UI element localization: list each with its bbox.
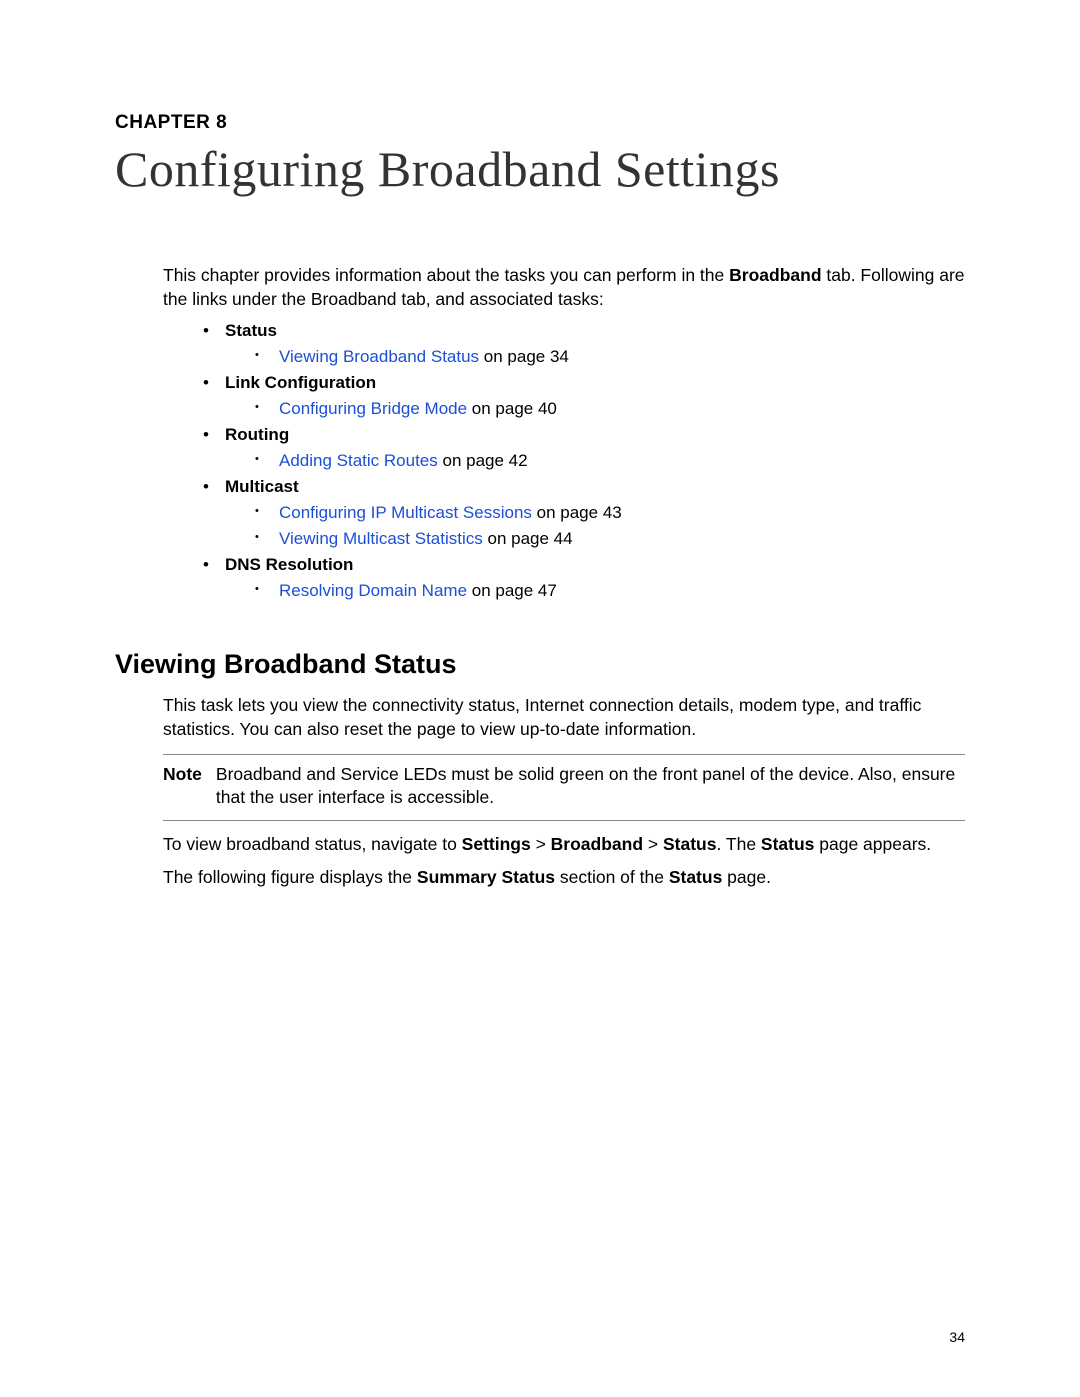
topic-dns-resolution: DNS Resolution Resolving Domain Name on … <box>203 555 965 601</box>
chapter-title: Configuring Broadband Settings <box>115 140 965 198</box>
page-ref: on page 34 <box>479 347 569 366</box>
figure-caption: The following figure displays the Summar… <box>163 866 965 890</box>
page-number: 34 <box>949 1329 965 1345</box>
page-ref: on page 42 <box>438 451 528 470</box>
topic-category: DNS Resolution <box>225 555 353 574</box>
fig-mid: section of the <box>555 867 669 887</box>
topic-items: Resolving Domain Name on page 47 <box>255 581 965 601</box>
topic-category: Routing <box>225 425 289 444</box>
topic-status: Status Viewing Broadband Status on page … <box>203 321 965 367</box>
topics-list: Status Viewing Broadband Status on page … <box>203 321 965 601</box>
chapter-label: CHAPTER 8 <box>115 112 965 134</box>
topic-items: Configuring Bridge Mode on page 40 <box>255 399 965 419</box>
page-ref: on page 44 <box>483 529 573 548</box>
intro-paragraph: This chapter provides information about … <box>163 264 965 311</box>
note-label: Note <box>163 763 202 810</box>
page-ref: on page 47 <box>467 581 557 600</box>
topic-multicast: Multicast Configuring IP Multicast Sessi… <box>203 477 965 549</box>
note-text: Broadband and Service LEDs must be solid… <box>216 763 965 810</box>
topic-items: Configuring IP Multicast Sessions on pag… <box>255 503 965 549</box>
link-adding-static-routes[interactable]: Adding Static Routes <box>279 451 438 470</box>
link-resolving-domain-name[interactable]: Resolving Domain Name <box>279 581 467 600</box>
page-root: CHAPTER 8 Configuring Broadband Settings… <box>0 0 1080 890</box>
topic-category: Link Configuration <box>225 373 376 392</box>
intro-prefix: This chapter provides information about … <box>163 265 729 285</box>
topic-items: Viewing Broadband Status on page 34 <box>255 347 965 367</box>
fig-b1: Summary Status <box>417 867 555 887</box>
link-viewing-broadband-status[interactable]: Viewing Broadband Status <box>279 347 479 366</box>
nav-instruction: To view broadband status, navigate to Se… <box>163 833 965 857</box>
section-p1: This task lets you view the connectivity… <box>163 694 965 741</box>
list-item: Configuring Bridge Mode on page 40 <box>255 399 965 419</box>
fig-suffix: page. <box>722 867 771 887</box>
link-configuring-bridge-mode[interactable]: Configuring Bridge Mode <box>279 399 467 418</box>
fig-prefix: The following figure displays the <box>163 867 417 887</box>
list-item: Viewing Multicast Statistics on page 44 <box>255 529 965 549</box>
nav-after: . The <box>716 834 760 854</box>
nav-broadband: Broadband <box>551 834 643 854</box>
link-configuring-ip-multicast[interactable]: Configuring IP Multicast Sessions <box>279 503 532 522</box>
nav-prefix: To view broadband status, navigate to <box>163 834 462 854</box>
list-item: Viewing Broadband Status on page 34 <box>255 347 965 367</box>
nav-sep1: > <box>531 834 551 854</box>
link-viewing-multicast-statistics[interactable]: Viewing Multicast Statistics <box>279 529 483 548</box>
list-item: Adding Static Routes on page 42 <box>255 451 965 471</box>
intro-bold-tab: Broadband <box>729 265 821 285</box>
fig-b2: Status <box>669 867 722 887</box>
note-block: Note Broadband and Service LEDs must be … <box>163 754 965 821</box>
page-ref: on page 43 <box>532 503 622 522</box>
list-item: Resolving Domain Name on page 47 <box>255 581 965 601</box>
topic-category: Multicast <box>225 477 299 496</box>
nav-settings: Settings <box>462 834 531 854</box>
topic-routing: Routing Adding Static Routes on page 42 <box>203 425 965 471</box>
topic-category: Status <box>225 321 277 340</box>
nav-sep2: > <box>643 834 663 854</box>
nav-status: Status <box>663 834 716 854</box>
page-ref: on page 40 <box>467 399 557 418</box>
topic-link-configuration: Link Configuration Configuring Bridge Mo… <box>203 373 965 419</box>
nav-status2: Status <box>761 834 814 854</box>
topic-items: Adding Static Routes on page 42 <box>255 451 965 471</box>
section-heading: Viewing Broadband Status <box>115 649 965 680</box>
list-item: Configuring IP Multicast Sessions on pag… <box>255 503 965 523</box>
nav-suffix: page appears. <box>814 834 931 854</box>
